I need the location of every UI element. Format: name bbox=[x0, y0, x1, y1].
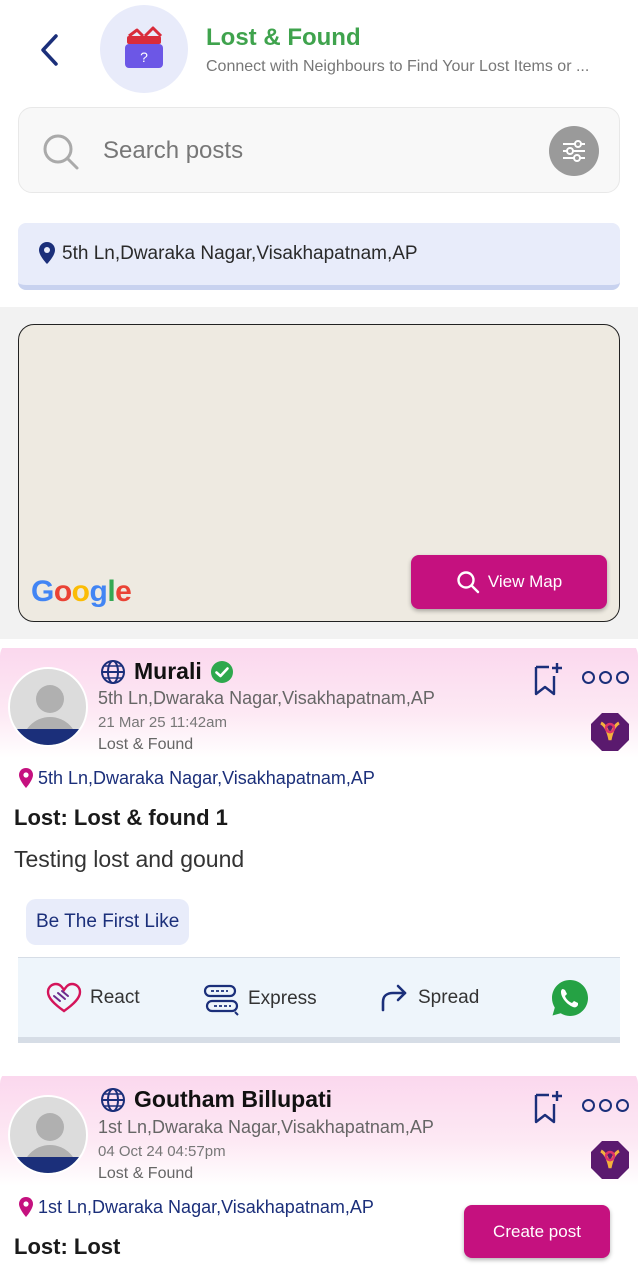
brand-badge-icon bbox=[591, 713, 629, 751]
share-arrow-icon bbox=[381, 984, 407, 1012]
dot-icon bbox=[582, 1099, 595, 1112]
chevron-left-icon bbox=[41, 34, 58, 66]
lost-found-logo: ? bbox=[100, 5, 188, 93]
globe-icon bbox=[101, 1087, 125, 1112]
post-location: 1st Ln,Dwaraka Nagar,Visakhapatnam,AP bbox=[38, 1196, 374, 1217]
google-logo: Google bbox=[31, 575, 132, 608]
brand-badge-icon bbox=[591, 1141, 629, 1179]
page-title: Lost & Found bbox=[206, 24, 361, 51]
location-pin-icon bbox=[39, 242, 55, 264]
create-post-button[interactable]: Create post bbox=[464, 1205, 610, 1258]
verified-badge-icon bbox=[210, 660, 233, 683]
spread-button[interactable]: Spread bbox=[378, 982, 479, 1014]
user-row: Goutham Billupati bbox=[100, 1086, 332, 1113]
dot-icon bbox=[599, 1099, 612, 1112]
express-button[interactable]: Express bbox=[202, 982, 317, 1016]
whatsapp-share-button[interactable] bbox=[550, 978, 590, 1018]
lost-found-screen: ? Lost & Found Connect with Neighbours t… bbox=[0, 0, 638, 1280]
view-map-label: View Map bbox=[487, 572, 563, 591]
heart-hands-icon bbox=[46, 982, 82, 1013]
user-name[interactable]: Murali bbox=[134, 658, 202, 685]
post-title: Lost: Lost bbox=[14, 1234, 121, 1259]
map-section: Google View Map bbox=[0, 307, 638, 639]
user-location: 1st Ln,Dwaraka Nagar,Visakhapatnam,AP bbox=[98, 1117, 434, 1137]
react-button[interactable]: React bbox=[46, 982, 140, 1014]
post-title: Lost: Lost & found 1 bbox=[14, 805, 228, 830]
chat-arrows-icon bbox=[203, 984, 239, 1016]
post-location: 5th Ln,Dwaraka Nagar,Visakhapatnam,AP bbox=[38, 767, 375, 788]
post-date: 21 Mar 25 11:42am bbox=[98, 714, 227, 731]
avatar[interactable] bbox=[8, 667, 88, 747]
user-name[interactable]: Goutham Billupati bbox=[134, 1086, 332, 1113]
search-input[interactable] bbox=[103, 132, 523, 170]
dot-icon bbox=[582, 671, 595, 684]
more-options-button[interactable] bbox=[582, 671, 629, 684]
user-row: Murali bbox=[100, 658, 234, 685]
whatsapp-icon bbox=[552, 980, 588, 1016]
map-view[interactable]: Google View Map bbox=[18, 324, 620, 622]
search-bar bbox=[18, 107, 620, 193]
post-location-row: 5th Ln,Dwaraka Nagar,Visakhapatnam,AP bbox=[18, 767, 375, 789]
back-button[interactable] bbox=[28, 26, 72, 74]
sliders-icon bbox=[563, 140, 585, 162]
post-date: 04 Oct 24 04:57pm bbox=[98, 1143, 226, 1160]
lost-box-icon: ? bbox=[125, 26, 163, 68]
user-location: 5th Ln,Dwaraka Nagar,Visakhapatnam,AP bbox=[98, 688, 435, 708]
dot-icon bbox=[616, 1099, 629, 1112]
dot-icon bbox=[616, 671, 629, 684]
search-icon bbox=[457, 571, 480, 594]
svg-text:?: ? bbox=[140, 49, 148, 65]
post-category: Lost & Found bbox=[98, 1165, 194, 1182]
express-label: Express bbox=[248, 988, 317, 1009]
search-icon bbox=[43, 134, 79, 170]
avatar[interactable] bbox=[8, 1095, 88, 1175]
first-like-button[interactable]: Be The First Like bbox=[26, 899, 190, 945]
spread-label: Spread bbox=[418, 987, 480, 1008]
react-label: React bbox=[90, 987, 140, 1008]
page-subtitle: Connect with Neighbours to Find Your Los… bbox=[206, 58, 590, 75]
current-location-bar[interactable]: 5th Ln,Dwaraka Nagar,Visakhapatnam,AP bbox=[18, 223, 620, 290]
post-action-bar: React Express Spread bbox=[18, 957, 620, 1043]
dot-icon bbox=[599, 671, 612, 684]
current-location-text: 5th Ln,Dwaraka Nagar,Visakhapatnam,AP bbox=[62, 243, 418, 264]
bookmark-add-icon[interactable] bbox=[532, 662, 564, 696]
filter-button[interactable] bbox=[549, 126, 599, 176]
view-map-button[interactable]: View Map bbox=[411, 555, 607, 609]
app-header: ? Lost & Found Connect with Neighbours t… bbox=[0, 0, 638, 100]
post-location-row: 1st Ln,Dwaraka Nagar,Visakhapatnam,AP bbox=[18, 1196, 374, 1218]
post-description: Testing lost and gound bbox=[14, 846, 245, 872]
more-options-button[interactable] bbox=[582, 1099, 629, 1112]
globe-icon bbox=[101, 659, 125, 684]
location-pin-icon bbox=[19, 768, 33, 788]
bookmark-add-icon[interactable] bbox=[532, 1090, 564, 1124]
location-pin-icon bbox=[19, 1197, 33, 1217]
post-card: Murali 5th Ln,Dwaraka Nagar,Visakhapatna… bbox=[0, 640, 638, 1064]
post-category: Lost & Found bbox=[98, 736, 194, 753]
